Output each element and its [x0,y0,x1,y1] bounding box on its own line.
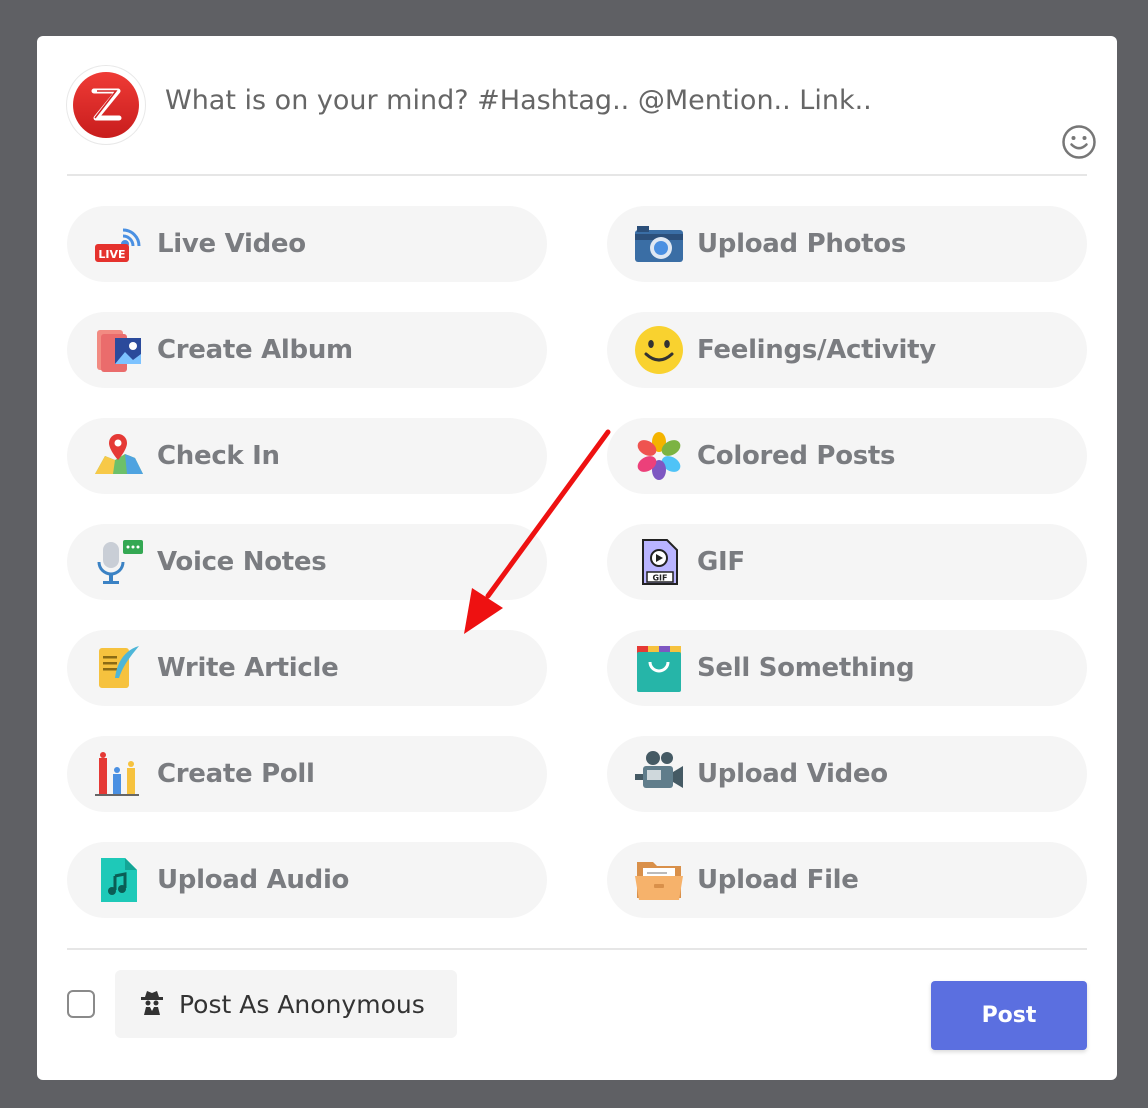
post-as-anonymous-button[interactable]: Post As Anonymous [115,970,457,1038]
emoji-picker-icon[interactable] [1061,124,1097,160]
option-label: Voice Notes [157,547,327,577]
option-label: Feelings/Activity [697,335,936,365]
smiley-icon [633,324,685,376]
folder-icon [633,854,685,906]
option-label: Write Article [157,653,339,683]
option-label: Create Album [157,335,353,365]
svg-text:LIVE: LIVE [98,248,125,261]
option-gif[interactable]: GIF GIF [607,524,1087,600]
svg-text:GIF: GIF [652,574,667,583]
audio-file-icon [93,854,145,906]
option-feelings-activity[interactable]: Feelings/Activity [607,312,1087,388]
option-create-album[interactable]: Create Album [67,312,547,388]
map-pin-icon [93,430,145,482]
brand-logo-icon [73,72,139,138]
live-video-icon: LIVE [93,218,145,270]
camera-icon [633,218,685,270]
option-voice-notes[interactable]: Voice Notes [67,524,547,600]
option-sell-something[interactable]: Sell Something [607,630,1087,706]
option-label: Colored Posts [697,441,896,471]
color-flower-icon [633,430,685,482]
option-label: Check In [157,441,280,471]
incognito-icon [139,989,165,1019]
avatar[interactable] [67,66,145,144]
article-icon [93,642,145,694]
option-label: Create Poll [157,759,315,789]
option-label: Upload File [697,865,859,895]
option-check-in[interactable]: Check In [67,418,547,494]
album-icon [93,324,145,376]
option-label: Upload Audio [157,865,350,895]
divider-top [67,174,1087,176]
option-label: Upload Video [697,759,888,789]
anonymous-checkbox[interactable] [67,990,95,1018]
option-label: Live Video [157,229,306,259]
anonymous-label: Post As Anonymous [179,989,425,1019]
option-write-article[interactable]: Write Article [67,630,547,706]
option-colored-posts[interactable]: Colored Posts [607,418,1087,494]
create-post-modal: LIVE Live Video Create Album [37,36,1117,1080]
video-camera-icon [633,748,685,800]
shopping-bag-icon [633,642,685,694]
option-upload-file[interactable]: Upload File [607,842,1087,918]
option-upload-photos[interactable]: Upload Photos [607,206,1087,282]
option-label: Sell Something [697,653,915,683]
option-label: GIF [697,547,745,577]
divider-bottom [67,948,1087,950]
option-upload-video[interactable]: Upload Video [607,736,1087,812]
option-upload-audio[interactable]: Upload Audio [67,842,547,918]
option-create-poll[interactable]: Create Poll [67,736,547,812]
post-button[interactable]: Post [931,981,1087,1050]
option-live-video[interactable]: LIVE Live Video [67,206,547,282]
post-text-input[interactable] [165,78,1025,122]
option-label: Upload Photos [697,229,907,259]
gif-file-icon: GIF [633,536,685,588]
poll-icon [93,748,145,800]
microphone-icon [93,536,145,588]
